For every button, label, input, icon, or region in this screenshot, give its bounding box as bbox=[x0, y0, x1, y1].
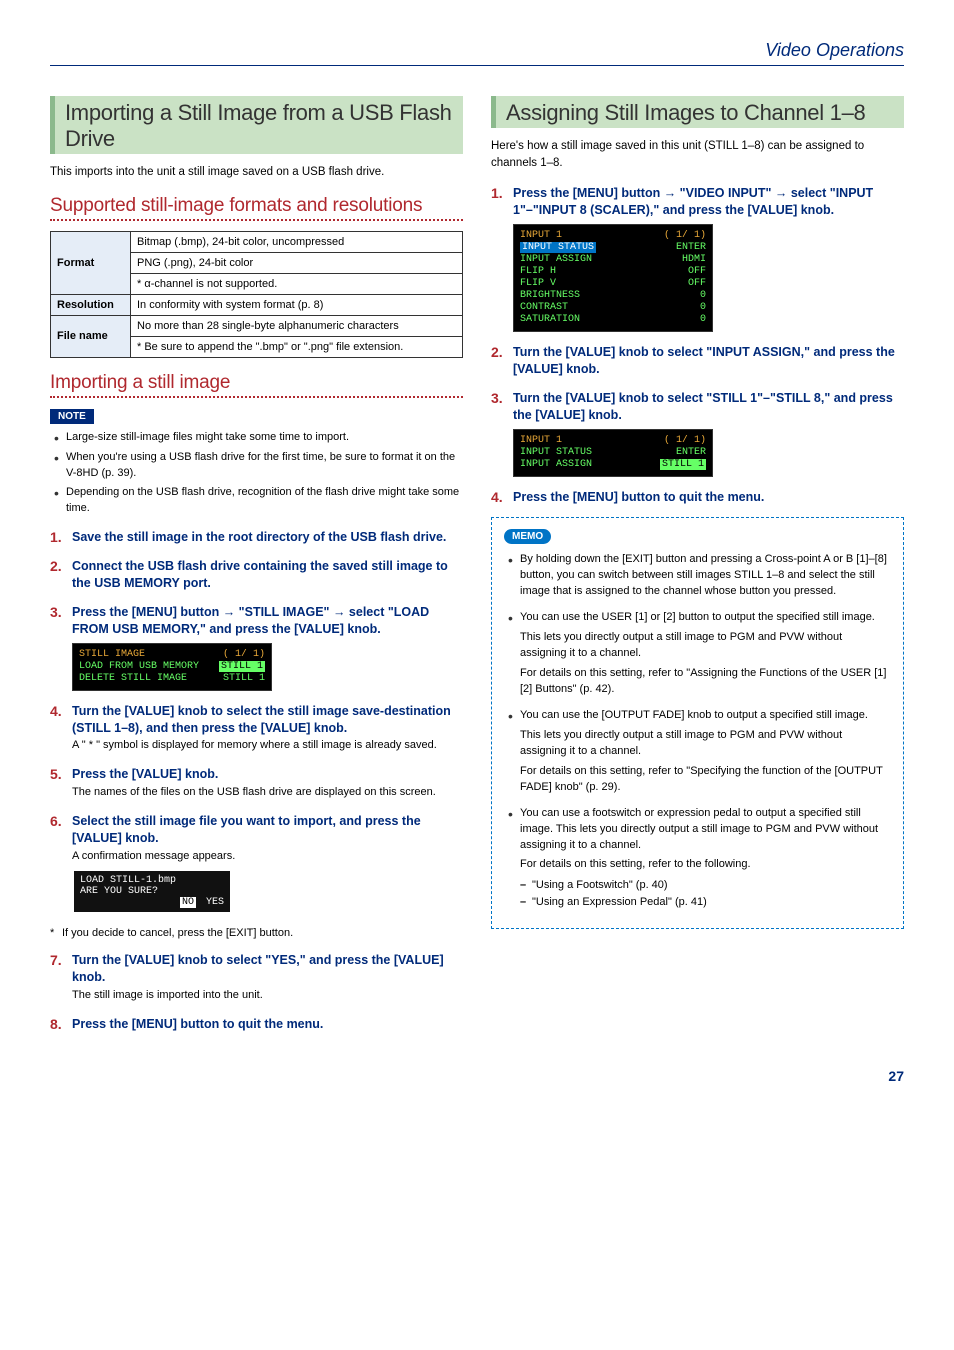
step: 4 Turn the [VALUE] knob to select the sti… bbox=[50, 703, 463, 755]
memo-list: By holding down the [EXIT] button and pr… bbox=[508, 552, 891, 910]
step-number: 5 bbox=[50, 766, 62, 782]
step-instruction: Turn the [VALUE] knob to select "INPUT A… bbox=[513, 344, 904, 378]
step-instruction: Turn the [VALUE] knob to select "YES," a… bbox=[72, 952, 463, 986]
right-steps: 1 Press the [MENU] button → "VIDEO INPUT"… bbox=[491, 185, 904, 505]
step-number: 3 bbox=[491, 390, 503, 406]
memo-box: MEMO By holding down the [EXIT] button a… bbox=[491, 517, 904, 929]
step: 1 Save the still image in the root direct… bbox=[50, 529, 463, 546]
left-steps: 1 Save the still image in the root direct… bbox=[50, 529, 463, 1032]
memo-item: You can use a footswitch or expression p… bbox=[508, 806, 891, 911]
step-instruction: Select the still image file you want to … bbox=[72, 813, 463, 847]
step: 1 Press the [MENU] button → "VIDEO INPUT"… bbox=[491, 185, 904, 332]
format-table: FormatBitmap (.bmp), 24-bit color, uncom… bbox=[50, 231, 463, 358]
note-list: Large-size still-image files might take … bbox=[54, 430, 463, 518]
note-item: When you're using a USB flash drive for … bbox=[54, 450, 463, 482]
memo-badge: MEMO bbox=[504, 529, 551, 544]
step-number: 6 bbox=[50, 813, 62, 829]
note-badge: NOTE bbox=[50, 409, 94, 424]
step: 6 Select the still image file you want to… bbox=[50, 813, 463, 914]
table-cell: * α-channel is not supported. bbox=[131, 273, 463, 294]
step-number: 3 bbox=[50, 604, 62, 620]
step-number: 4 bbox=[50, 703, 62, 719]
step-instruction: Turn the [VALUE] knob to select "STILL 1… bbox=[513, 390, 904, 424]
cancel-note: If you decide to cancel, press the [EXIT… bbox=[50, 926, 463, 942]
step-instruction: Turn the [VALUE] knob to select the stil… bbox=[72, 703, 463, 737]
table-cell: No more than 28 single-byte alphanumeric… bbox=[131, 315, 463, 336]
step-instruction: Press the [MENU] button → "STILL IMAGE" … bbox=[72, 604, 463, 638]
step-number: 8 bbox=[50, 1016, 62, 1032]
step-instruction: Connect the USB flash drive containing t… bbox=[72, 558, 463, 592]
step-number: 1 bbox=[491, 185, 503, 201]
step: 3 Press the [MENU] button → "STILL IMAGE"… bbox=[50, 604, 463, 691]
intro-text: This imports into the unit a still image… bbox=[50, 164, 463, 181]
step: 4 Press the [MENU] button to quit the men… bbox=[491, 489, 904, 506]
step-instruction: Press the [VALUE] knob. bbox=[72, 766, 463, 783]
table-head: Resolution bbox=[51, 294, 131, 315]
table-cell: * Be sure to append the ".bmp" or ".png"… bbox=[131, 336, 463, 357]
header-title: Video Operations bbox=[765, 40, 904, 60]
subsection-formats: Supported still-image formats and resolu… bbox=[50, 195, 463, 221]
step: 7 Turn the [VALUE] knob to select "YES," … bbox=[50, 952, 463, 1004]
step: 2 Turn the [VALUE] knob to select "INPUT … bbox=[491, 344, 904, 378]
intro-text: Here's how a still image saved in this u… bbox=[491, 138, 904, 171]
table-head: File name bbox=[51, 315, 131, 357]
menu-screen: INPUT 1( 1/ 1)INPUT STATUSENTERINPUT ASS… bbox=[513, 224, 713, 332]
memo-item: You can use the USER [1] or [2] button t… bbox=[508, 610, 891, 698]
page-number: 27 bbox=[50, 1068, 904, 1084]
step-instruction: Press the [MENU] button → "VIDEO INPUT" … bbox=[513, 185, 904, 219]
memo-item: By holding down the [EXIT] button and pr… bbox=[508, 552, 891, 600]
page-header: Video Operations bbox=[50, 40, 904, 66]
step-number: 1 bbox=[50, 529, 62, 545]
step-instruction: Save the still image in the root directo… bbox=[72, 529, 463, 546]
step-number: 2 bbox=[491, 344, 503, 360]
step-number: 7 bbox=[50, 952, 62, 968]
menu-screen: STILL IMAGE( 1/ 1)LOAD FROM USB MEMORYST… bbox=[72, 643, 272, 691]
step-body: A " * " symbol is displayed for memory w… bbox=[72, 738, 463, 754]
menu-screen: INPUT 1( 1/ 1)INPUT STATUSENTERINPUT ASS… bbox=[513, 429, 713, 477]
confirm-dialog: LOAD STILL-1.bmpARE YOU SURE?NO YES bbox=[72, 869, 232, 914]
step: 2 Connect the USB flash drive containing … bbox=[50, 558, 463, 592]
right-column: Assigning Still Images to Channel 1–8 He… bbox=[491, 96, 904, 1044]
step: 5 Press the [VALUE] knob. The names of the… bbox=[50, 766, 463, 801]
memo-item: You can use the [OUTPUT FADE] knob to ou… bbox=[508, 708, 891, 796]
step-body: The still image is imported into the uni… bbox=[72, 988, 463, 1004]
subsection-import: Importing a still image bbox=[50, 372, 463, 398]
left-column: Importing a Still Image from a USB Flash… bbox=[50, 96, 463, 1044]
step-number: 4 bbox=[491, 489, 503, 505]
table-cell: In conformity with system format (p. 8) bbox=[131, 294, 463, 315]
step-body: The names of the files on the USB flash … bbox=[72, 785, 463, 801]
table-head: Format bbox=[51, 231, 131, 294]
step-body: A confirmation message appears. bbox=[72, 849, 463, 865]
table-cell: Bitmap (.bmp), 24-bit color, uncompresse… bbox=[131, 231, 463, 252]
step-instruction: Press the [MENU] button to quit the menu… bbox=[513, 489, 904, 506]
section-title-assign: Assigning Still Images to Channel 1–8 bbox=[491, 96, 904, 128]
section-title-import: Importing a Still Image from a USB Flash… bbox=[50, 96, 463, 154]
table-cell: PNG (.png), 24-bit color bbox=[131, 252, 463, 273]
note-item: Large-size still-image files might take … bbox=[54, 430, 463, 446]
step: 3 Turn the [VALUE] knob to select "STILL … bbox=[491, 390, 904, 477]
step: 8 Press the [MENU] button to quit the men… bbox=[50, 1016, 463, 1033]
step-number: 2 bbox=[50, 558, 62, 574]
note-item: Depending on the USB flash drive, recogn… bbox=[54, 485, 463, 517]
step-instruction: Press the [MENU] button to quit the menu… bbox=[72, 1016, 463, 1033]
